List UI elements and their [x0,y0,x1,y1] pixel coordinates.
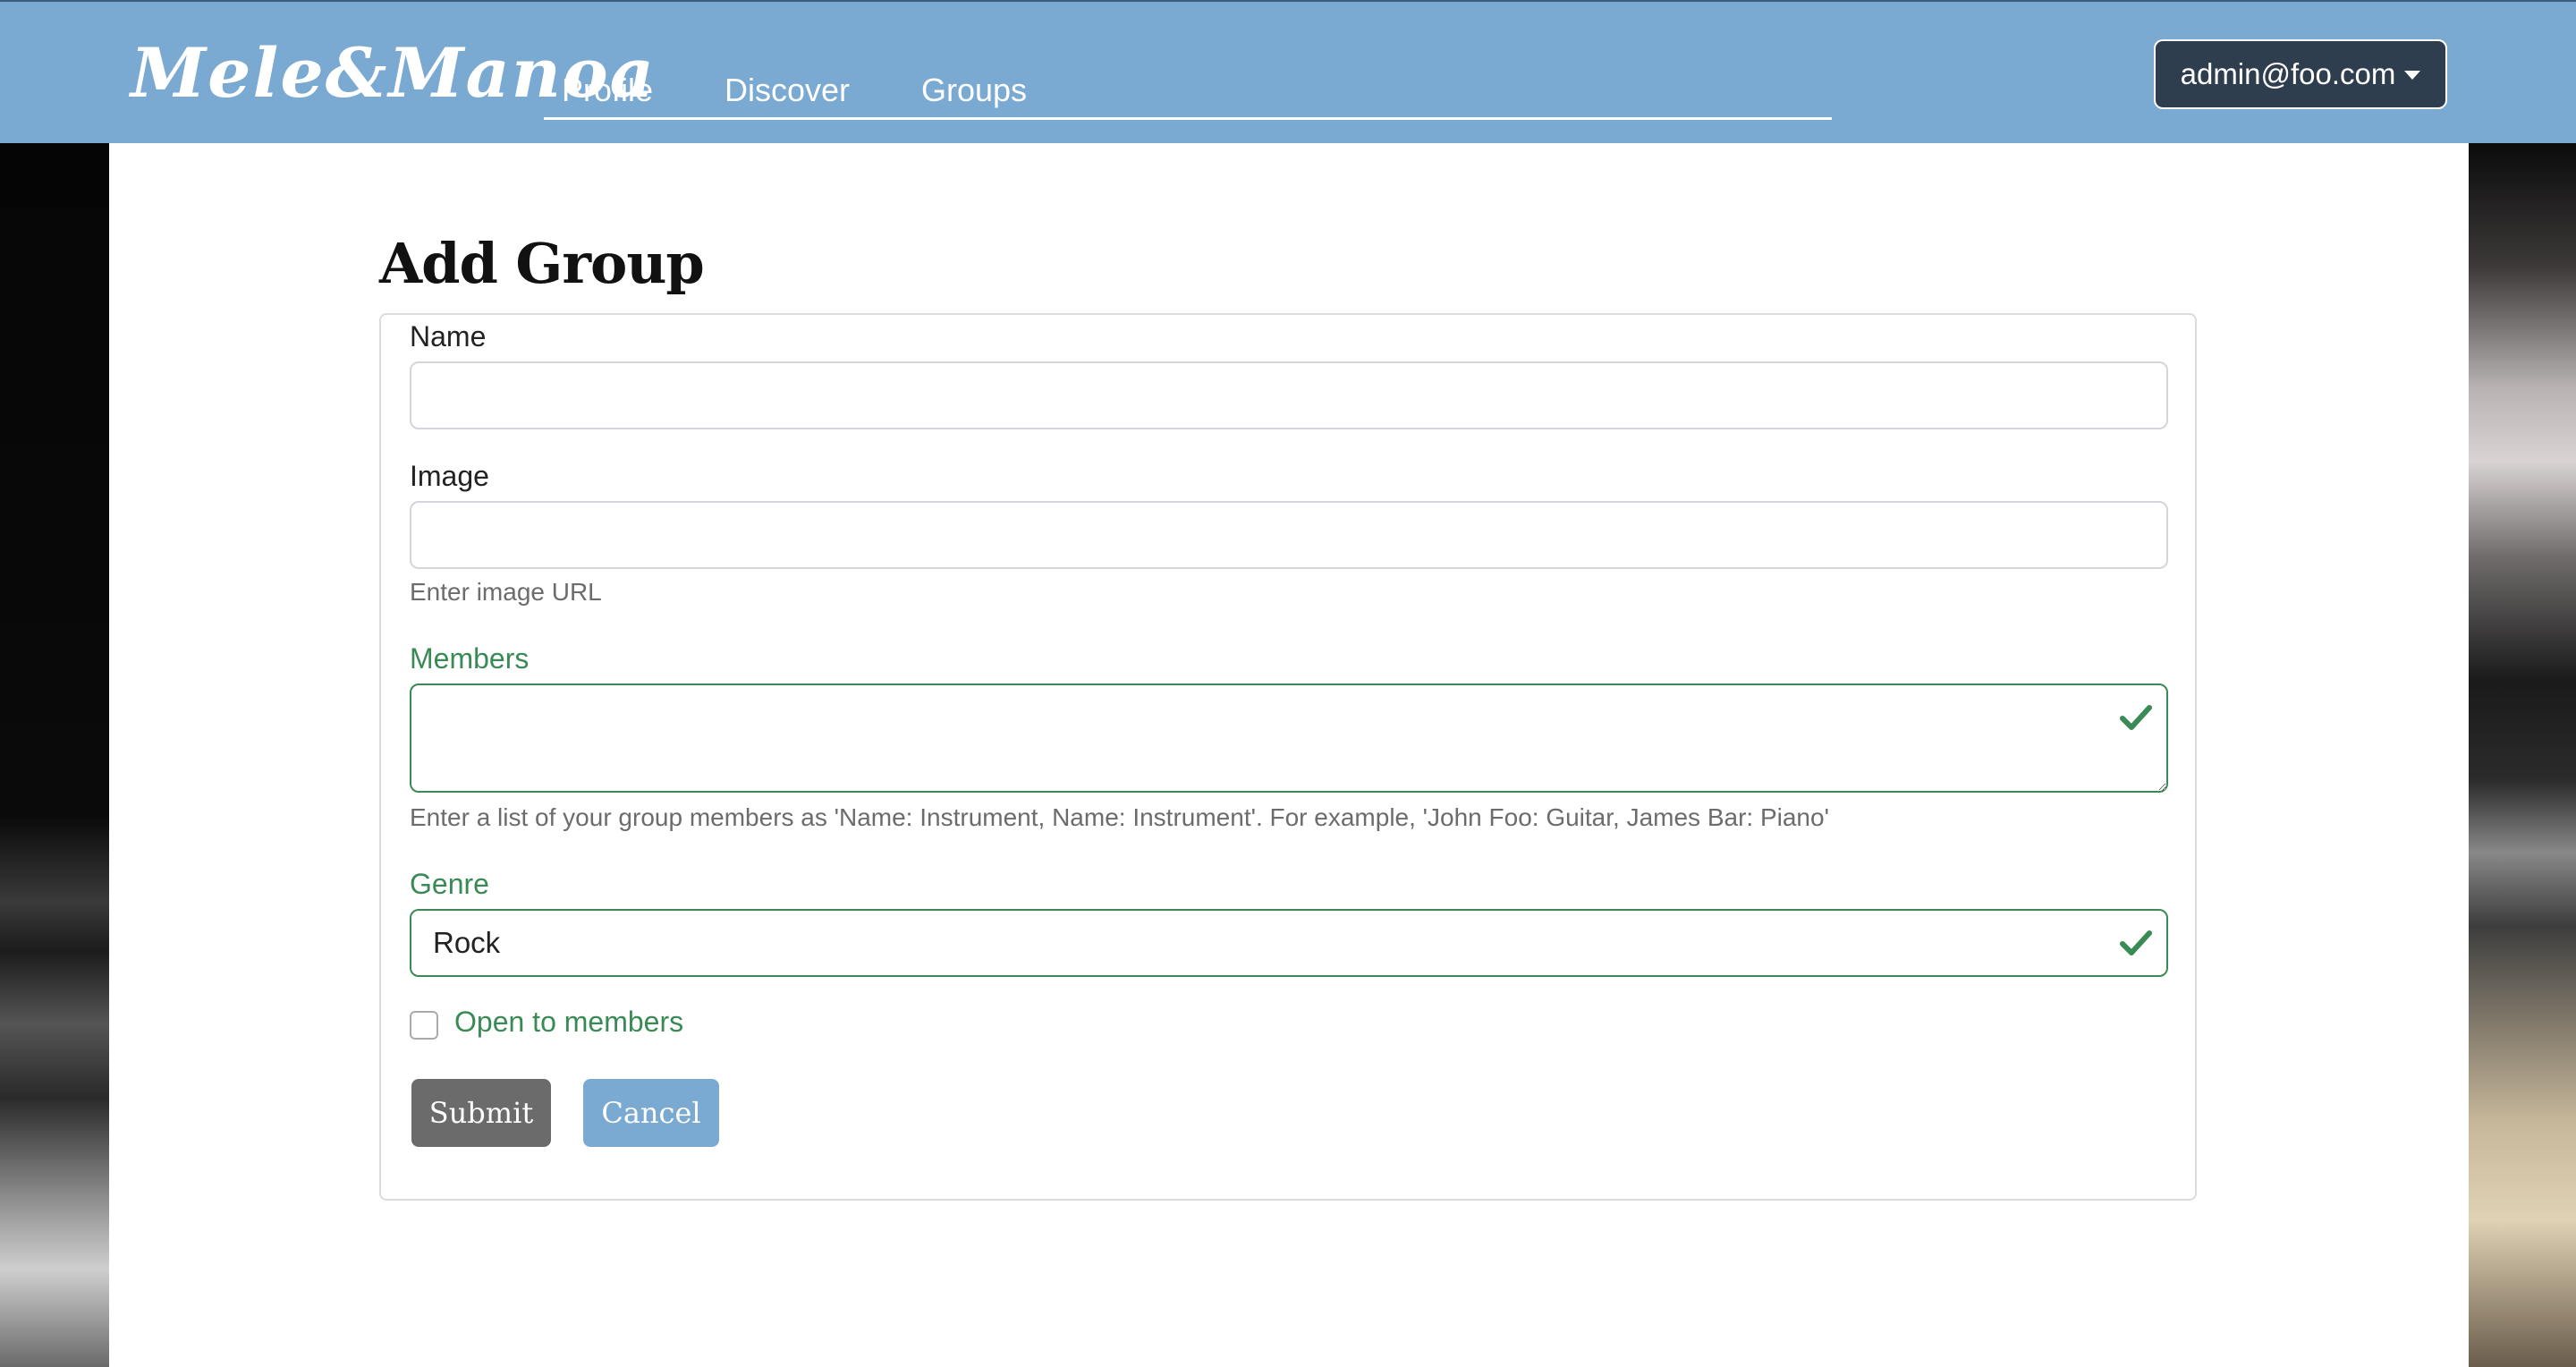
user-email: admin@foo.com [2180,57,2396,90]
page-title: Add Group [379,231,705,296]
name-input[interactable] [410,361,2168,429]
image-input[interactable] [410,501,2168,569]
nav-link-discover[interactable]: Discover [724,72,850,109]
open-to-members-checkbox[interactable] [410,1011,438,1040]
nav-link-profile[interactable]: Profile [562,72,653,109]
image-label: Image [410,460,489,492]
members-label: Members [410,642,530,675]
members-textarea[interactable] [410,684,2168,793]
check-icon [2120,705,2152,730]
genre-input[interactable] [410,909,2168,977]
submit-button[interactable]: Submit [411,1079,551,1147]
nav-links: Profile Discover Groups [544,59,1832,120]
cancel-button[interactable]: Cancel [583,1079,719,1147]
genre-label: Genre [410,868,489,900]
add-group-form: Name Image Enter image URL Members Enter… [379,313,2197,1201]
navbar: Mele&Manoa Profile Discover Groups admin… [0,0,2576,143]
nav-link-groups[interactable]: Groups [921,72,1027,109]
open-to-members-label[interactable]: Open to members [454,1006,683,1039]
brand-logo[interactable]: Mele&Manoa [131,20,654,127]
members-help-text: Enter a list of your group members as 'N… [410,803,1829,831]
image-help-text: Enter image URL [410,578,602,606]
user-menu-button[interactable]: admin@foo.com [2154,39,2447,109]
caret-down-icon [2404,71,2421,80]
name-label: Name [410,320,487,352]
background-left [0,143,109,1367]
background-right [2469,143,2576,1367]
main-content: Add Group Name Image Enter image URL Mem… [109,143,2469,1367]
check-icon [2120,930,2152,955]
